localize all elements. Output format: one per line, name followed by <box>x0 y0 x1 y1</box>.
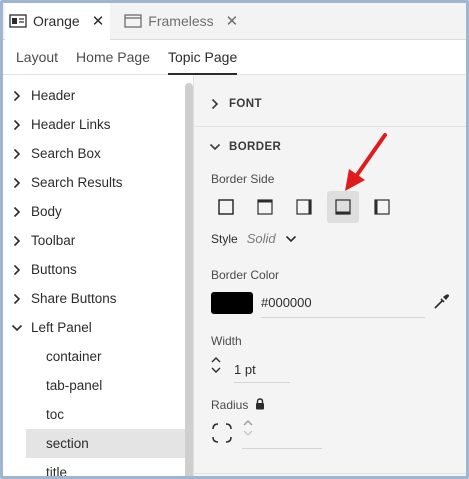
border-all-button[interactable] <box>210 191 242 223</box>
tree-item-share-buttons[interactable]: Share Buttons <box>3 284 185 313</box>
border-side-label: Border Side <box>211 172 275 186</box>
tree-item-label: Toolbar <box>31 233 76 248</box>
tree-item-label: section <box>46 436 89 451</box>
tree-item-left-panel[interactable]: Left Panel <box>3 313 185 342</box>
border-bottom-button[interactable] <box>327 191 359 223</box>
chevron-right-icon[interactable] <box>10 89 24 103</box>
chevron-up-icon <box>211 357 221 363</box>
radius-input[interactable] <box>242 423 322 449</box>
lock-icon <box>255 398 265 413</box>
section-border-header[interactable]: BORDER <box>208 137 281 157</box>
tree-item-label: Search Box <box>31 146 101 161</box>
chevron-right-icon <box>208 98 222 110</box>
properties-panel: FONT BORDER Border Side Style Solid Bord… <box>193 75 466 476</box>
tab-topic-page[interactable]: Topic Page <box>159 40 246 75</box>
tree-item-label: title <box>46 465 68 479</box>
divider <box>194 473 466 474</box>
tree-item-buttons[interactable]: Buttons <box>3 255 185 284</box>
page-type-tabs: Layout Home Page Topic Page <box>3 40 466 75</box>
chevron-right-icon[interactable] <box>10 118 24 132</box>
border-style-row: Style Solid <box>211 231 297 246</box>
border-left-button[interactable] <box>366 191 398 223</box>
border-side-group <box>210 191 405 223</box>
radius-label: Radius <box>211 398 249 412</box>
border-all-icon <box>218 199 234 215</box>
close-icon[interactable]: ✕ <box>92 12 105 30</box>
width-label: Width <box>211 334 242 348</box>
divider <box>194 126 466 127</box>
chevron-down-icon[interactable] <box>285 235 297 243</box>
chevron-right-icon[interactable] <box>10 234 24 248</box>
doc-tab-frameless[interactable]: Frameless ✕ <box>120 3 244 40</box>
chevron-right-icon[interactable] <box>10 292 24 306</box>
tree-item-toc[interactable]: toc <box>3 400 185 429</box>
tree-item-search-results[interactable]: Search Results <box>3 168 185 197</box>
chevron-down-icon <box>208 143 222 151</box>
corner-radius-icon <box>211 422 233 447</box>
border-right-button[interactable] <box>288 191 320 223</box>
chevron-right-icon[interactable] <box>10 263 24 277</box>
border-color-label: Border Color <box>211 268 280 282</box>
tree-item-body[interactable]: Body <box>3 197 185 226</box>
chevron-down-icon <box>211 367 221 373</box>
style-label: Style <box>211 231 238 246</box>
eyedropper-icon[interactable] <box>432 293 450 311</box>
annotation-arrow-icon <box>345 133 387 191</box>
tree-item-label: Body <box>31 204 62 219</box>
tree-item-search-box[interactable]: Search Box <box>3 139 185 168</box>
tree-item-label: Header <box>31 88 76 103</box>
tree-item-container[interactable]: container <box>3 342 185 371</box>
tab-layout[interactable]: Layout <box>7 40 67 74</box>
tree-item-label: Buttons <box>31 262 77 277</box>
tree-item-label: toc <box>46 407 65 422</box>
border-right-icon <box>296 199 312 215</box>
tree-item-title[interactable]: title <box>3 458 185 479</box>
chevron-right-icon[interactable] <box>10 176 24 190</box>
border-left-icon <box>374 199 390 215</box>
doc-tab-orange[interactable]: Orange ✕ <box>5 3 111 40</box>
tree-scrollbar[interactable] <box>185 83 193 476</box>
width-input[interactable]: 1 pt <box>234 357 290 383</box>
section-title: BORDER <box>229 141 282 153</box>
tree-item-toolbar[interactable]: Toolbar <box>3 226 185 255</box>
tree-item-label: Search Results <box>31 175 123 190</box>
tree-item-label: tab-panel <box>46 378 103 393</box>
doc-tab-label: Frameless <box>148 13 214 29</box>
tree-item-header[interactable]: Header <box>3 81 185 110</box>
element-tree: Header Header Links Search Box Search Re… <box>3 75 193 479</box>
width-stepper[interactable] <box>211 356 221 374</box>
tree-item-tab-panel[interactable]: tab-panel <box>3 371 185 400</box>
section-title: FONT <box>229 98 262 110</box>
style-value[interactable]: Solid <box>247 231 276 246</box>
border-top-button[interactable] <box>249 191 281 223</box>
color-swatch[interactable] <box>211 292 253 314</box>
layout-icon <box>9 14 27 28</box>
tree-item-label: container <box>46 349 102 364</box>
document-tab-bar: Orange ✕ Frameless ✕ <box>3 3 466 40</box>
doc-tab-label: Orange <box>33 13 80 29</box>
close-icon[interactable]: ✕ <box>226 12 239 30</box>
tree-item-section[interactable]: section <box>26 429 185 458</box>
tree-item-label: Header Links <box>31 117 111 132</box>
chevron-right-icon[interactable] <box>10 147 24 161</box>
window-icon <box>124 14 142 28</box>
tab-home-page[interactable]: Home Page <box>67 40 159 74</box>
tree-item-header-links[interactable]: Header Links <box>3 110 185 139</box>
tree-item-label: Left Panel <box>31 320 92 335</box>
section-font-header[interactable]: FONT <box>208 94 262 114</box>
border-top-icon <box>257 199 273 215</box>
border-bottom-icon <box>335 199 351 215</box>
app-window: Orange ✕ Frameless ✕ Layout Home Page To… <box>0 0 469 479</box>
chevron-down-icon[interactable] <box>10 321 24 335</box>
chevron-right-icon[interactable] <box>10 205 24 219</box>
color-hex-input[interactable]: #000000 <box>261 291 425 318</box>
tree-item-label: Share Buttons <box>31 291 117 306</box>
